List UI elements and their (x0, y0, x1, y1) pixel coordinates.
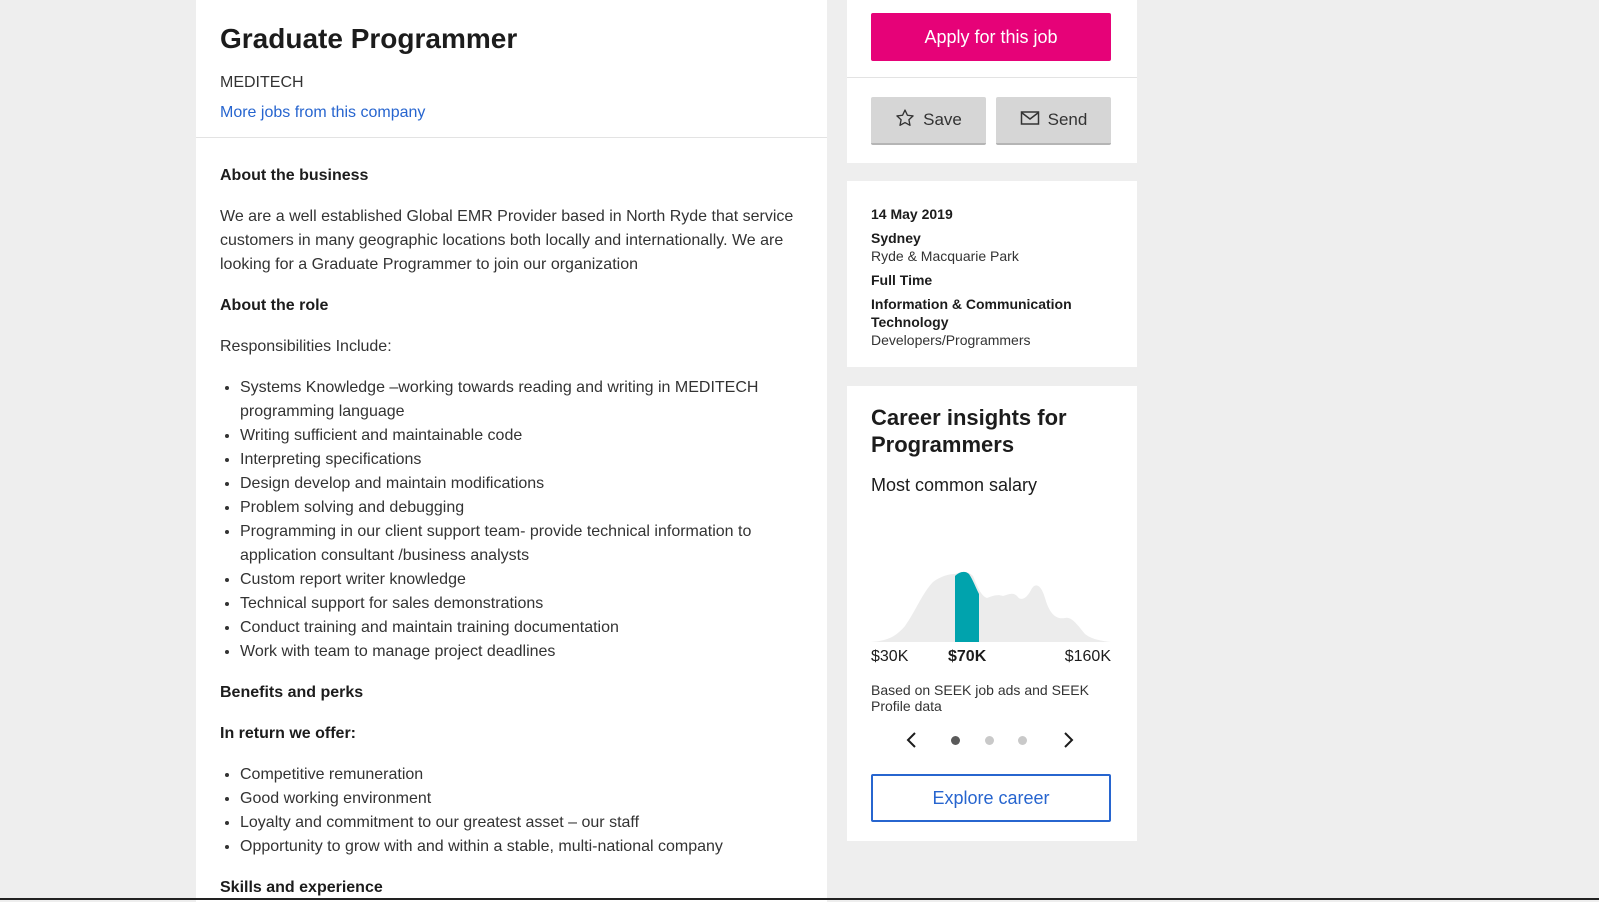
salary-min-label: $30K (871, 648, 909, 665)
salary-axis-labels: $30K $70K $160K (871, 648, 1111, 668)
salary-common-label: $70K (948, 648, 987, 665)
list-item: Custom report writer knowledge (240, 568, 803, 592)
skills-heading: Skills and experience (220, 879, 383, 896)
offer-heading: In return we offer: (220, 725, 357, 742)
list-item: Opportunity to grow with and within a st… (240, 835, 803, 859)
responsibilities-list: Systems Knowledge –working towards readi… (220, 376, 803, 664)
list-item: Programming in our client support team- … (240, 520, 803, 568)
carousel-dot-3[interactable] (1018, 736, 1027, 745)
apply-card: Apply for this job Save Send (847, 0, 1137, 163)
work-type: Full Time (871, 272, 933, 288)
job-title: Graduate Programmer (220, 23, 518, 54)
salary-histogram (871, 546, 1111, 642)
envelope-icon (1020, 110, 1040, 131)
carousel-prev-button[interactable] (901, 730, 921, 750)
data-source-note: Based on SEEK job ads and SEEK Profile d… (871, 682, 1089, 714)
list-item: Work with team to manage project deadlin… (240, 640, 803, 664)
list-item: Conduct training and maintain training d… (240, 616, 803, 640)
job-meta-card: 14 May 2019 Sydney Ryde & Macquarie Park… (847, 181, 1137, 367)
list-item: Technical support for sales demonstratio… (240, 592, 803, 616)
salary-max-label: $160K (1064, 648, 1111, 665)
responsibilities-intro: Responsibilities Include: (220, 338, 392, 355)
send-button[interactable]: Send (996, 97, 1111, 145)
list-item: Systems Knowledge –working towards readi… (240, 376, 803, 424)
job-location: Sydney (871, 230, 921, 246)
about-role-heading: About the role (220, 297, 329, 314)
carousel-next-button[interactable] (1059, 730, 1079, 750)
insights-title: Career insights for Programmers (871, 405, 1067, 457)
chevron-right-icon (1064, 732, 1074, 748)
job-description: About the business We are a well establi… (196, 138, 827, 900)
carousel-dot-2[interactable] (985, 736, 994, 745)
job-details-card: Graduate Programmer MEDITECH More jobs f… (196, 0, 827, 902)
about-business-text: We are a well established Global EMR Pro… (220, 208, 794, 273)
benefits-list: Competitive remuneration Good working en… (220, 763, 803, 859)
listing-date: 14 May 2019 (871, 206, 953, 222)
about-business-heading: About the business (220, 167, 369, 184)
benefits-heading: Benefits and perks (220, 684, 364, 701)
save-label: Save (923, 110, 962, 129)
job-header: Graduate Programmer MEDITECH More jobs f… (196, 0, 827, 138)
insights-carousel (871, 730, 1111, 750)
explore-career-button[interactable]: Explore career (871, 774, 1111, 822)
more-jobs-link[interactable]: More jobs from this company (220, 103, 425, 123)
star-icon (895, 108, 915, 133)
job-classification: Information & Communication Technology (871, 296, 1072, 330)
job-sub-classification: Developers/Programmers (871, 332, 1031, 348)
apply-button[interactable]: Apply for this job (871, 13, 1111, 61)
save-button[interactable]: Save (871, 97, 986, 145)
list-item: Interpreting specifications (240, 448, 803, 472)
job-area: Ryde & Macquarie Park (871, 248, 1019, 264)
insights-subtitle: Most common salary (871, 475, 1038, 495)
list-item: Writing sufficient and maintainable code (240, 424, 803, 448)
salary-distribution-area (871, 572, 1111, 642)
list-item: Problem solving and debugging (240, 496, 803, 520)
chevron-left-icon (906, 732, 916, 748)
list-item: Design develop and maintain modification… (240, 472, 803, 496)
list-item: Competitive remuneration (240, 763, 803, 787)
divider (847, 77, 1137, 78)
list-item: Loyalty and commitment to our greatest a… (240, 811, 803, 835)
send-label: Send (1047, 110, 1088, 129)
list-item: Good working environment (240, 787, 803, 811)
company-name: MEDITECH (220, 74, 304, 91)
carousel-dot-1[interactable] (951, 736, 960, 745)
career-insights-card: Career insights for Programmers Most com… (847, 386, 1137, 841)
